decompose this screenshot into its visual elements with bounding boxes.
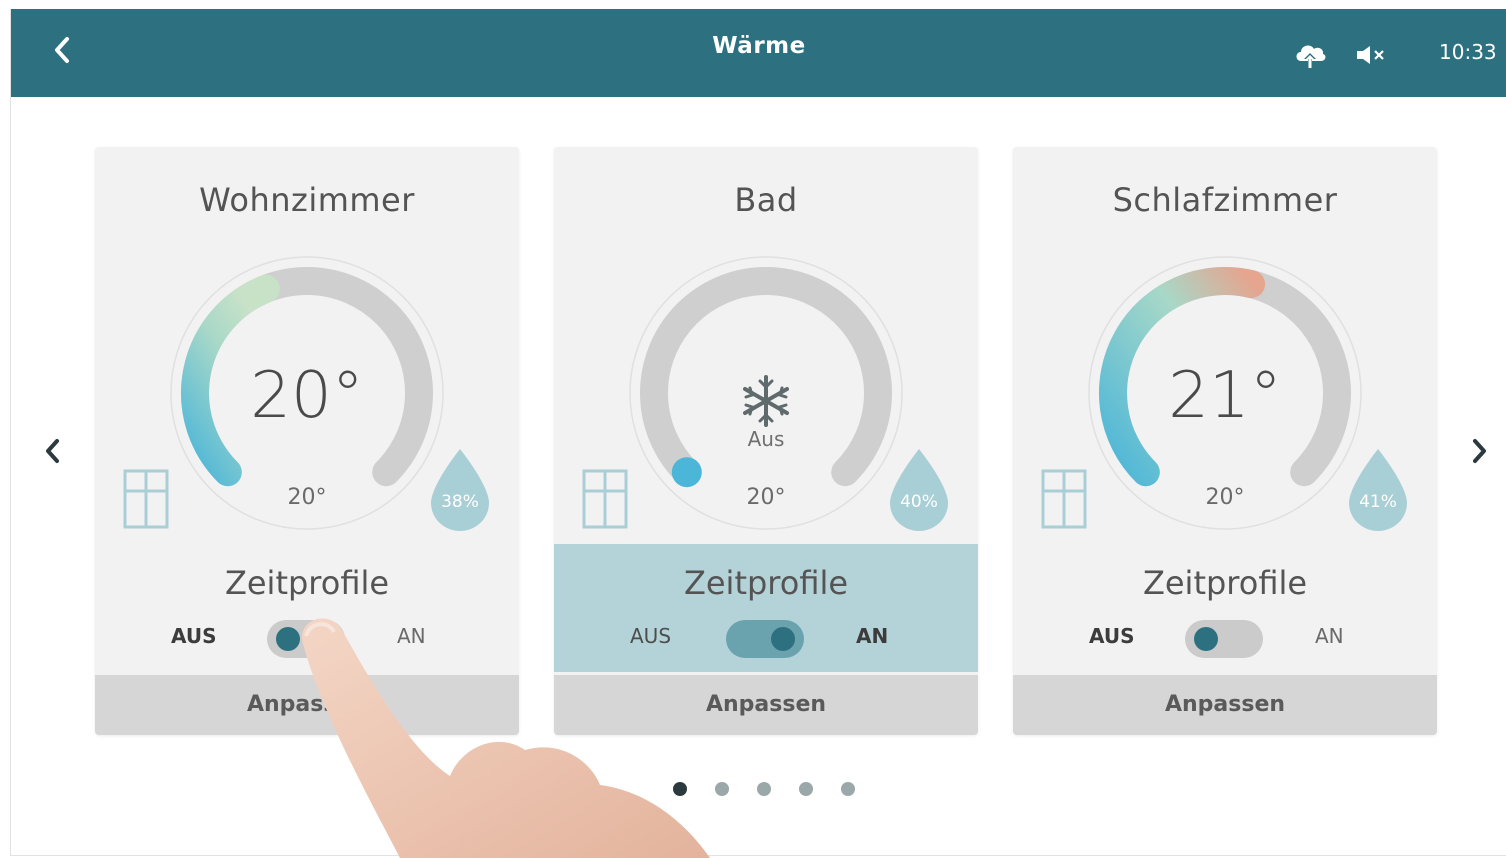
cloud-upload-icon[interactable] [1293, 39, 1327, 71]
page-indicator [673, 781, 883, 799]
toggle-on-label: AN [856, 624, 889, 648]
zeitprofile-toggle[interactable] [726, 620, 804, 658]
page-dot[interactable] [757, 782, 771, 796]
speaker-mute-icon [1357, 46, 1384, 64]
page-dot[interactable] [715, 782, 729, 796]
water-drop-icon [890, 449, 948, 531]
toggle-knob [1194, 627, 1218, 651]
snowflake-icon [743, 375, 789, 427]
room-card-bad: Bad Aus 20° 40% Zeitprofile AUS AN Anpas… [554, 147, 978, 735]
room-name: Schlafzimmer [1112, 181, 1338, 219]
zeitprofile-toggle[interactable] [267, 620, 345, 658]
window-icon [1041, 469, 1087, 529]
room-card-wohnzimmer: Wohnzimmer 20° 20° 38% Zeitprofile AUS A… [95, 147, 519, 735]
clock: 10:33 [1439, 40, 1497, 64]
toggle-on-label: AN [1315, 624, 1344, 648]
next-page-button[interactable] [1465, 431, 1495, 471]
zeitprofile-label: Zeitprofile [1142, 564, 1308, 602]
zeitprofile-label: Zeitprofile [224, 564, 390, 602]
toggle-off-label: AUS [630, 624, 672, 648]
chevron-left-icon [46, 439, 59, 463]
current-temperature: 21° [1168, 359, 1282, 433]
humidity-value: 41% [1359, 492, 1397, 512]
prev-page-button[interactable] [37, 431, 67, 471]
room-name: Bad [734, 181, 798, 219]
anpassen-button[interactable]: Anpassen [1013, 675, 1437, 735]
toggle-knob [771, 627, 795, 651]
zeitprofile-section: Zeitprofile AUS AN [95, 544, 519, 672]
current-temperature: 20° [250, 359, 364, 433]
top-bar: Wärme 10:33 [11, 9, 1506, 97]
anpassen-button[interactable]: Anpassen [554, 675, 978, 735]
toggle-off-label: AUS [1089, 624, 1135, 648]
zeitprofile-label: Zeitprofile [683, 564, 849, 602]
window-icon [123, 469, 169, 529]
heating-screen: Wärme 10:33 Wohnzimmer 20° 20° 38% Zeitp… [10, 9, 1506, 856]
humidity-value: 38% [441, 492, 479, 512]
room-name: Wohnzimmer [199, 181, 415, 219]
water-drop-icon [1349, 449, 1407, 531]
toggle-off-label: AUS [171, 624, 217, 648]
zeitprofile-toggle[interactable] [1185, 620, 1263, 658]
chevron-right-icon [1473, 439, 1486, 463]
page-dot[interactable] [673, 782, 687, 796]
page-dot[interactable] [841, 782, 855, 796]
page-dot[interactable] [799, 782, 813, 796]
toggle-on-label: AN [397, 624, 426, 648]
mute-button[interactable] [1355, 44, 1387, 66]
window-icon [582, 469, 628, 529]
zeitprofile-section: Zeitprofile AUS AN [1013, 544, 1437, 672]
water-drop-icon [431, 449, 489, 531]
anpassen-button[interactable]: Anpassen [95, 675, 519, 735]
page-title: Wärme [712, 33, 806, 59]
room-card-schlafzimmer: Schlafzimmer 21° 20° 41% Zeitprofile AUS… [1013, 147, 1437, 735]
humidity-value: 40% [900, 492, 938, 512]
zeitprofile-section: Zeitprofile AUS AN [554, 544, 978, 672]
toggle-knob [276, 627, 300, 651]
